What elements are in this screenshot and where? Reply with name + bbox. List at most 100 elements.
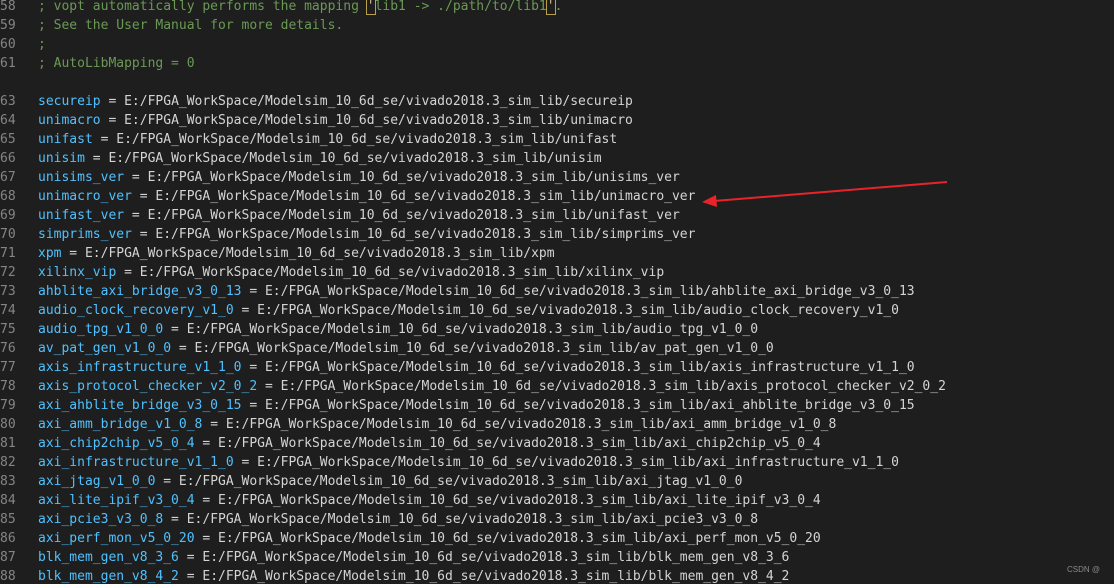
equals-sign: = [163, 322, 187, 337]
library-name: unimacro [38, 113, 101, 128]
line-number: 76 [0, 341, 16, 356]
bracket-highlight: ' [545, 0, 556, 15]
library-name: axi_lite_ipif_v3_0_4 [38, 493, 195, 508]
line-number: 78 [0, 379, 16, 394]
line-number: 58 [0, 0, 16, 14]
mapping-entry: xilinx_vip = E:/FPGA_WorkSpace/Modelsim_… [38, 263, 664, 282]
mapping-entry: unisim = E:/FPGA_WorkSpace/Modelsim_10_6… [38, 149, 602, 168]
library-path: E:/FPGA_WorkSpace/Modelsim_10_6d_se/viva… [264, 284, 915, 299]
line-number: 86 [0, 531, 16, 546]
line-number: 87 [0, 550, 16, 565]
equals-sign: = [241, 398, 265, 413]
line-number: 64 [0, 113, 16, 128]
line-number: 59 [0, 18, 16, 33]
equals-sign: = [116, 265, 140, 280]
library-name: unimacro_ver [38, 189, 132, 204]
library-name: axi_jtag_v1_0_0 [38, 474, 156, 489]
library-name: unisims_ver [38, 170, 125, 185]
comment-text-part: ; AutoLibMapping = 0 [38, 56, 195, 71]
line-number: 81 [0, 436, 16, 451]
watermark: CSDN @ [1066, 565, 1100, 574]
mapping-entry: axis_protocol_checker_v2_0_2 = E:/FPGA_W… [38, 377, 946, 396]
library-path: E:/FPGA_WorkSpace/Modelsim_10_6d_se/viva… [264, 360, 915, 375]
mapping-entry: axi_ahblite_bridge_v3_0_15 = E:/FPGA_Wor… [38, 396, 915, 415]
mapping-entry: axi_infrastructure_v1_1_0 = E:/FPGA_Work… [38, 453, 899, 472]
equals-sign: = [178, 569, 203, 584]
mapping-entry: xpm = E:/FPGA_WorkSpace/Modelsim_10_6d_s… [38, 244, 555, 263]
library-name: unifast_ver [38, 208, 125, 223]
library-name: xpm [38, 246, 62, 261]
library-name: axi_chip2chip_v5_0_4 [38, 436, 195, 451]
library-name: blk_mem_gen_v8_4_2 [38, 569, 179, 584]
equals-sign: = [171, 341, 195, 356]
equals-sign: = [124, 208, 148, 223]
library-path: E:/FPGA_WorkSpace/Modelsim_10_6d_se/viva… [108, 151, 602, 166]
library-name: axis_infrastructure_v1_1_0 [38, 360, 242, 375]
mapping-entry: unimacro_ver = E:/FPGA_WorkSpace/Modelsi… [38, 187, 695, 206]
library-path: E:/FPGA_WorkSpace/Modelsim_10_6d_se/viva… [257, 455, 899, 470]
library-name: blk_mem_gen_v8_3_6 [38, 550, 179, 565]
equals-sign: = [131, 189, 156, 204]
library-name: xilinx_vip [38, 265, 117, 280]
mapping-entry: blk_mem_gen_v8_4_2 = E:/FPGA_WorkSpace/M… [38, 567, 789, 584]
equals-sign: = [257, 379, 281, 394]
equals-sign: = [233, 455, 258, 470]
comment-text: ; AutoLibMapping = 0 [38, 54, 195, 73]
library-path: E:/FPGA_WorkSpace/Modelsim_10_6d_se/viva… [178, 474, 743, 489]
comment-text: ; See the User Manual for more details. [38, 16, 343, 35]
comment-text: ; vopt automatically performs the mappin… [38, 0, 562, 16]
mapping-entry: axi_perf_mon_v5_0_20 = E:/FPGA_WorkSpace… [38, 529, 821, 548]
library-path: E:/FPGA_WorkSpace/Modelsim_10_6d_se/viva… [186, 512, 759, 527]
equals-sign: = [124, 170, 148, 185]
code-editor[interactable]: 58 ; vopt automatically performs the mapp… [0, 0, 1114, 584]
mapping-entry: blk_mem_gen_v8_3_6 = E:/FPGA_WorkSpace/M… [38, 548, 789, 567]
line-number: 68 [0, 189, 16, 204]
equals-sign: = [233, 303, 258, 318]
library-name: axi_ahblite_bridge_v3_0_15 [38, 398, 242, 413]
library-path: E:/FPGA_WorkSpace/Modelsim_10_6d_se/viva… [147, 170, 680, 185]
equals-sign: = [100, 94, 125, 109]
line-number: 77 [0, 360, 16, 375]
mapping-entry: ahblite_axi_bridge_v3_0_13 = E:/FPGA_Wor… [38, 282, 915, 301]
equals-sign: = [131, 227, 156, 242]
library-name: axi_infrastructure_v1_1_0 [38, 455, 234, 470]
library-path: E:/FPGA_WorkSpace/Modelsim_10_6d_se/viva… [218, 531, 821, 546]
line-number: 67 [0, 170, 16, 185]
library-path: E:/FPGA_WorkSpace/Modelsim_10_6d_se/viva… [202, 569, 790, 584]
line-number: 61 [0, 56, 16, 71]
library-path: E:/FPGA_WorkSpace/Modelsim_10_6d_se/viva… [225, 417, 837, 432]
line-number: 79 [0, 398, 16, 413]
line-number: 65 [0, 132, 16, 147]
equals-sign: = [241, 360, 265, 375]
library-path: E:/FPGA_WorkSpace/Modelsim_10_6d_se/viva… [155, 189, 696, 204]
library-name: axi_perf_mon_v5_0_20 [38, 531, 195, 546]
equals-sign: = [202, 417, 226, 432]
line-number: 75 [0, 322, 16, 337]
mapping-entry: axi_pcie3_v3_0_8 = E:/FPGA_WorkSpace/Mod… [38, 510, 758, 529]
line-number: 82 [0, 455, 16, 470]
line-number: 85 [0, 512, 16, 527]
mapping-entry: axis_infrastructure_v1_1_0 = E:/FPGA_Wor… [38, 358, 915, 377]
line-number: 70 [0, 227, 16, 242]
line-number: 71 [0, 246, 16, 261]
library-name: simprims_ver [38, 227, 132, 242]
library-name: secureip [38, 94, 101, 109]
mapping-entry: audio_clock_recovery_v1_0 = E:/FPGA_Work… [38, 301, 899, 320]
line-number: 84 [0, 493, 16, 508]
equals-sign: = [92, 132, 117, 147]
comment-text: ; [38, 35, 46, 54]
line-number: 73 [0, 284, 16, 299]
equals-sign: = [84, 151, 109, 166]
line-number: 88 [0, 569, 16, 584]
library-name: unisim [38, 151, 85, 166]
library-path: E:/FPGA_WorkSpace/Modelsim_10_6d_se/viva… [194, 341, 774, 356]
library-name: axi_amm_bridge_v1_0_8 [38, 417, 203, 432]
line-number: 74 [0, 303, 16, 318]
library-name: ahblite_axi_bridge_v3_0_13 [38, 284, 242, 299]
line-number: 72 [0, 265, 16, 280]
equals-sign: = [194, 493, 219, 508]
equals-sign: = [194, 436, 219, 451]
comment-text-part: ; [38, 37, 46, 52]
library-path: E:/FPGA_WorkSpace/Modelsim_10_6d_se/viva… [218, 436, 821, 451]
library-path: E:/FPGA_WorkSpace/Modelsim_10_6d_se/viva… [124, 94, 633, 109]
